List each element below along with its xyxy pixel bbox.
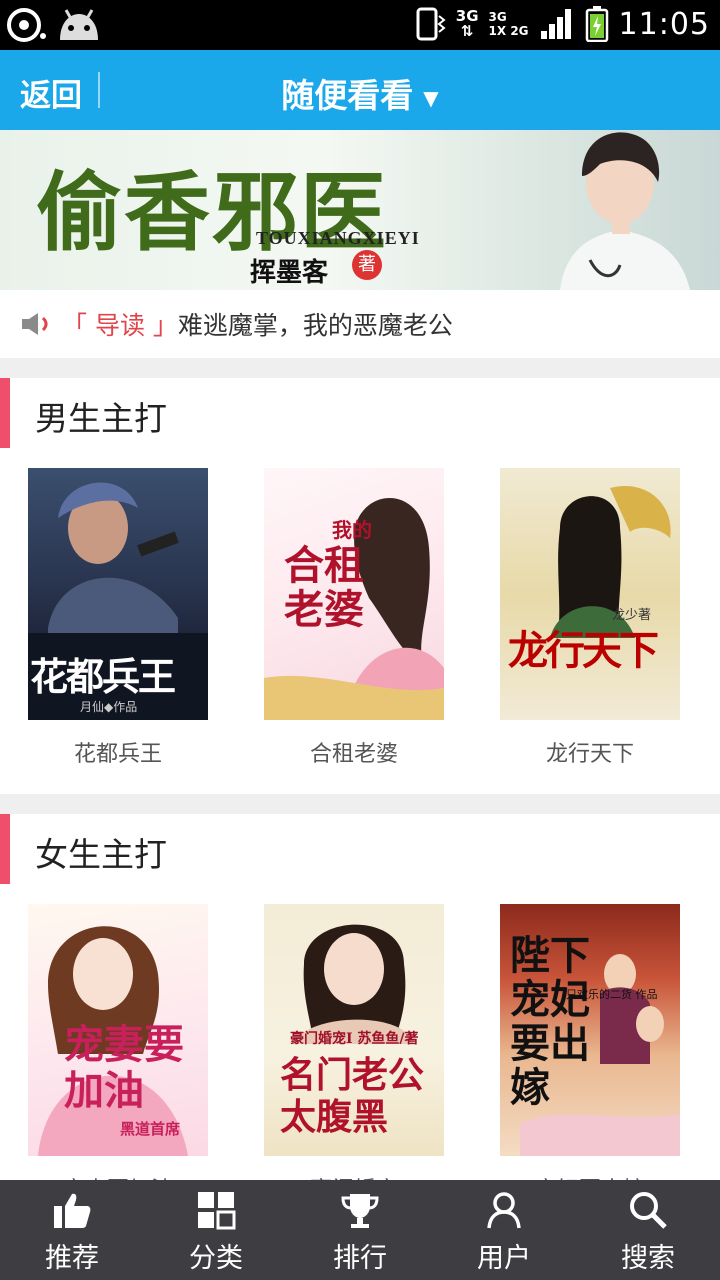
battery-icon [585, 6, 608, 42]
app-header: 返回 随便看看 ▼ [0, 50, 720, 130]
grid-icon [198, 1192, 236, 1230]
cover-title: 陛下宠妃要出嫁 [510, 932, 590, 1111]
book-title: 豪门婚宠 [244, 1172, 464, 1180]
book-title: 龙行天下 [545, 742, 634, 767]
cover-title: 花都兵王 [30, 654, 176, 699]
thumbs-up-icon [54, 1193, 91, 1228]
section-male: 男生主打 花都兵王 月仙◆作品 花都兵王 我的 合租老婆 合租老婆 龙行天下 龙… [0, 378, 720, 794]
clock: 11:05 [618, 6, 710, 42]
tab-user[interactable]: 用户 [432, 1180, 576, 1280]
banner-seal: 著 [352, 250, 382, 280]
cover-title: 合租老婆 [284, 542, 364, 633]
tab-label: 搜索 [621, 1243, 675, 1274]
book-title: 花都兵王 [73, 742, 162, 767]
trophy-icon [341, 1194, 379, 1228]
notice-text: 「 导读 」难逃魔掌，我的恶魔老公 [62, 306, 453, 342]
signal-icon [540, 9, 571, 39]
book-cover: 宠妻要加油 黑道首席 [28, 904, 208, 1156]
sd-card-icon [7, 8, 46, 42]
book-card[interactable]: 陛下宠妃要出嫁 只欢乐的二货 作品 宠妃要出嫁 [500, 904, 680, 1180]
book-cover: 我的 合租老婆 [264, 468, 444, 720]
vibrate-icon [416, 7, 446, 41]
book-cover: 陛下宠妃要出嫁 只欢乐的二货 作品 [500, 904, 680, 1156]
featured-banner[interactable]: 偷香邪医 TOUXIANGXIEYI 挥墨客 著 [0, 130, 720, 290]
cover-subtitle: 黑道首席 [120, 1120, 181, 1138]
tab-recommend[interactable]: 推荐 [0, 1180, 144, 1280]
tab-label: 推荐 [45, 1243, 99, 1274]
cover-author: 只欢乐的二货 作品 [566, 988, 658, 1001]
cover-art [550, 486, 671, 638]
banner-author: 挥墨客 [250, 258, 329, 288]
cover-subtitle: 我的 [332, 518, 372, 542]
book-cover: 花都兵王 月仙◆作品 [28, 468, 208, 720]
book-card[interactable]: 花都兵王 月仙◆作品 花都兵王 [28, 468, 208, 767]
network-type: 3G ⇅ [455, 7, 479, 40]
status-bar: 3G ⇅ 3G 1X 2G 11:05 [0, 0, 720, 50]
notice-tag: 「 导读 」 [62, 311, 178, 340]
search-icon [630, 1192, 667, 1229]
book-card[interactable]: 豪门婚宠Ⅰ 苏鱼鱼/著 名门老公太腹黑 豪门婚宠 [264, 904, 444, 1180]
page-title: 随便看看 [281, 76, 414, 115]
section-title: 男生主打 [35, 399, 167, 438]
tab-category[interactable]: 分类 [144, 1180, 288, 1280]
tab-ranking[interactable]: 排行 [288, 1180, 432, 1280]
section-accent-bar [0, 378, 10, 448]
book-card[interactable]: 我的 合租老婆 合租老婆 [264, 468, 444, 767]
book-title: 宠妃要出嫁 [480, 1172, 700, 1180]
section-accent-bar [0, 814, 10, 884]
banner-character-image [560, 132, 690, 290]
cover-title: 宠妻要加油 [64, 1021, 184, 1114]
cover-title: 名门老公太腹黑 [280, 1054, 425, 1138]
tab-label: 排行 [333, 1243, 387, 1274]
book-cover: 豪门婚宠Ⅰ 苏鱼鱼/著 名门老公太腹黑 [264, 904, 444, 1156]
section-female: 女生主打 宠妻要加油 黑道首席 宠妻要加油 豪门婚宠Ⅰ 苏鱼鱼/著 名门老公太腹… [0, 814, 720, 1180]
page-title-dropdown[interactable]: 随便看看 ▼ [0, 69, 720, 117]
tab-label: 用户 [477, 1243, 531, 1274]
dropdown-caret-icon: ▼ [423, 85, 439, 110]
notice-headline: 难逃魔掌，我的恶魔老公 [177, 311, 453, 340]
speaker-icon [22, 313, 48, 335]
section-title: 女生主打 [35, 835, 167, 874]
tab-label: 分类 [189, 1243, 243, 1274]
bottom-tab-bar: 推荐 分类 排行 用户 搜索 [0, 1180, 720, 1280]
android-icon [60, 9, 98, 40]
cover-author: 月仙◆作品 [80, 700, 138, 714]
cover-subtitle: 豪门婚宠Ⅰ 苏鱼鱼/著 [290, 1031, 419, 1047]
notice-bar[interactable]: 「 导读 」难逃魔掌，我的恶魔老公 [0, 290, 720, 358]
book-cover: 龙行天下 龙少著 [500, 468, 680, 720]
cover-title: 龙行天下 [508, 627, 659, 674]
book-title: 宠妻要加油 [8, 1172, 228, 1180]
book-card[interactable]: 龙行天下 龙少著 龙行天下 [500, 468, 680, 767]
book-title: 合租老婆 [309, 742, 398, 767]
book-card[interactable]: 宠妻要加油 黑道首席 宠妻要加油 [28, 904, 208, 1180]
network-labels: 3G 1X 2G [488, 10, 529, 38]
user-icon [487, 1192, 521, 1229]
tab-search[interactable]: 搜索 [576, 1180, 720, 1280]
banner-pinyin: TOUXIANGXIEYI [256, 228, 420, 248]
cover-author: 龙少著 [612, 608, 652, 623]
